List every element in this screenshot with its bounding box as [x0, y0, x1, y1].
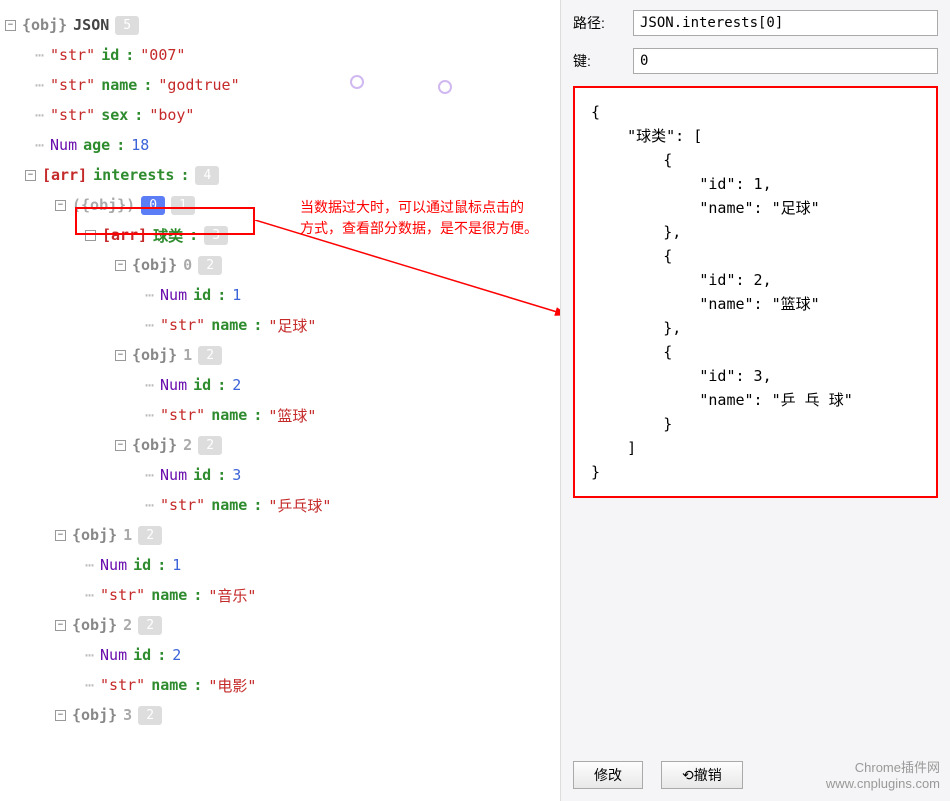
key-age[interactable]: age [83, 136, 110, 154]
val-name[interactable]: "godtrue" [158, 76, 239, 94]
type-obj: {obj} [22, 16, 67, 34]
count-badge: 4 [195, 166, 219, 185]
count-badge: 2 [198, 256, 222, 275]
toggle-i1[interactable]: − [55, 530, 66, 541]
index-badge-selected[interactable]: 0 [141, 196, 165, 215]
key-label: 键: [573, 51, 623, 71]
key-ball[interactable]: 球类 [153, 225, 183, 246]
key-name[interactable]: name [101, 76, 137, 94]
modify-button[interactable]: 修改 [573, 761, 643, 789]
decoration-circle [438, 80, 452, 94]
type-obj: ({obj}) [72, 196, 135, 214]
path-label: 路径: [573, 13, 623, 33]
toggle-i0[interactable]: − [55, 200, 66, 211]
watermark: Chrome插件网 www.cnplugins.com [826, 757, 940, 791]
key-interests[interactable]: interests [93, 166, 174, 184]
undo-button[interactable]: ⟲撤销 [661, 761, 743, 789]
key-id[interactable]: id [101, 46, 119, 64]
key-sex[interactable]: sex [101, 106, 128, 124]
count-badge: 1 [171, 196, 195, 215]
path-input[interactable] [633, 10, 938, 36]
toggle-i3[interactable]: − [55, 710, 66, 721]
toggle-b0[interactable]: − [115, 260, 126, 271]
root-label[interactable]: JSON [73, 16, 109, 34]
toggle-ball[interactable]: − [85, 230, 96, 241]
type-num: Num [50, 136, 77, 154]
key-input[interactable] [633, 48, 938, 74]
annotation-text: 当数据过大时，可以通过鼠标点击的 方式，查看部分数据，是不是很方便。 [300, 197, 538, 239]
index[interactable]: 0 [183, 256, 192, 274]
val-id[interactable]: "007" [140, 46, 185, 64]
count-badge: 5 [115, 16, 139, 35]
type-arr: [arr] [102, 226, 147, 244]
decoration-circle [350, 75, 364, 89]
type-arr: [arr] [42, 166, 87, 184]
json-value-display[interactable]: { "球类": [ { "id": 1, "name": "足球" }, { "… [573, 86, 938, 498]
toggle-b1[interactable]: − [115, 350, 126, 361]
type-str: "str" [50, 106, 95, 124]
toggle-root[interactable]: − [5, 20, 16, 31]
val-age[interactable]: 18 [131, 136, 149, 154]
type-str: "str" [50, 76, 95, 94]
type-obj: {obj} [132, 256, 177, 274]
type-str: "str" [50, 46, 95, 64]
count-badge: 3 [204, 226, 228, 245]
toggle-i2[interactable]: − [55, 620, 66, 631]
toggle-interests[interactable]: − [25, 170, 36, 181]
val-sex[interactable]: "boy" [149, 106, 194, 124]
toggle-b2[interactable]: − [115, 440, 126, 451]
detail-panel: 路径: 键: { "球类": [ { "id": 1, "name": "足球"… [560, 0, 950, 801]
json-tree-panel: − {obj} JSON 5 ⋯ "str" id: "007" ⋯ "str"… [0, 0, 560, 801]
